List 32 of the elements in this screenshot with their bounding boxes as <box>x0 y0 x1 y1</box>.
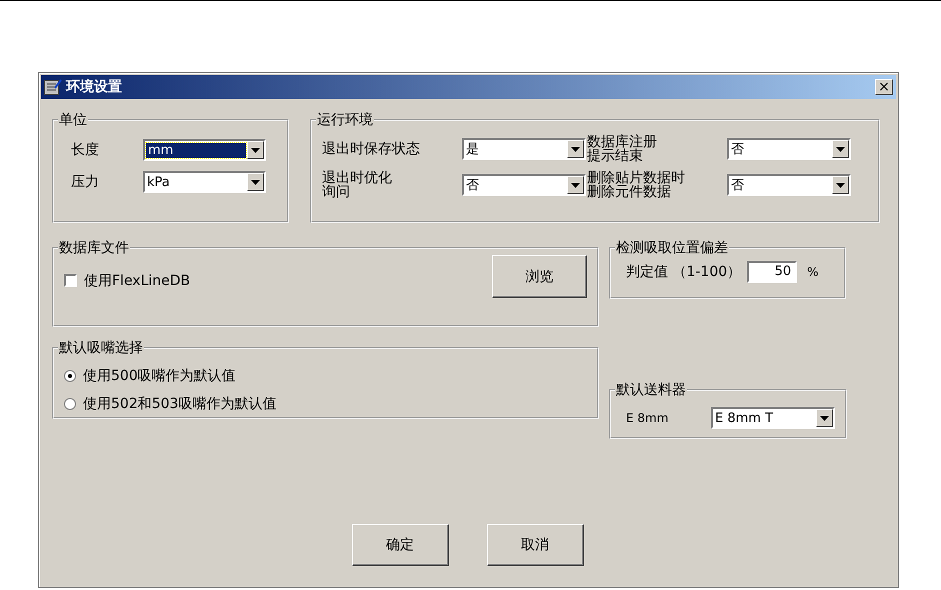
option-dropdown[interactable]: 否 <box>462 174 586 196</box>
group-title: 默认送料器 <box>615 381 687 399</box>
app-icon <box>44 79 62 95</box>
group-title: 检测吸取位置偏差 <box>615 239 729 257</box>
browse-button[interactable]: 浏览 <box>492 255 587 298</box>
option-dropdown[interactable]: 否 <box>727 138 851 160</box>
field-label: 退出时优化 询问 <box>322 171 393 199</box>
threshold-input[interactable]: 50 <box>747 261 798 283</box>
group-title: 单位 <box>58 111 88 129</box>
close-button[interactable]: × <box>875 79 893 95</box>
option-dropdown[interactable]: 否 <box>727 174 851 196</box>
dialog-button[interactable]: 取消 <box>486 524 584 566</box>
field-label: 数据库注册 提示结束 <box>587 135 658 163</box>
dialog-button[interactable]: 确定 <box>352 524 448 566</box>
unit-dropdown[interactable]: mm <box>143 139 266 161</box>
group-title: 运行环境 <box>316 111 374 129</box>
nozzle-radio[interactable]: 使用500吸嘴作为默认值 <box>64 367 587 385</box>
unit-dropdown[interactable]: kPa <box>143 171 266 193</box>
field-label: 删除贴片数据时 删除元件数据 <box>587 171 686 199</box>
unit-label: % <box>807 265 819 279</box>
field-label: 判定值 （1-100） <box>626 263 742 281</box>
group-title: 默认吸嘴选择 <box>58 339 144 357</box>
group-title: 数据库文件 <box>58 239 130 257</box>
feeder-dropdown[interactable]: E 8mm T <box>711 407 835 429</box>
field-label: 退出时保存状态 <box>322 142 421 156</box>
field-label: 压力 <box>71 173 100 191</box>
nozzle-radio[interactable]: 使用502和503吸嘴作为默认值 <box>64 395 587 413</box>
field-label: E 8mm <box>626 411 670 425</box>
window-title: 环境设置 <box>66 78 123 96</box>
field-label: 长度 <box>71 141 100 159</box>
option-dropdown[interactable]: 是 <box>462 138 586 160</box>
flexline-checkbox[interactable]: 使用FlexLineDB <box>64 272 190 290</box>
